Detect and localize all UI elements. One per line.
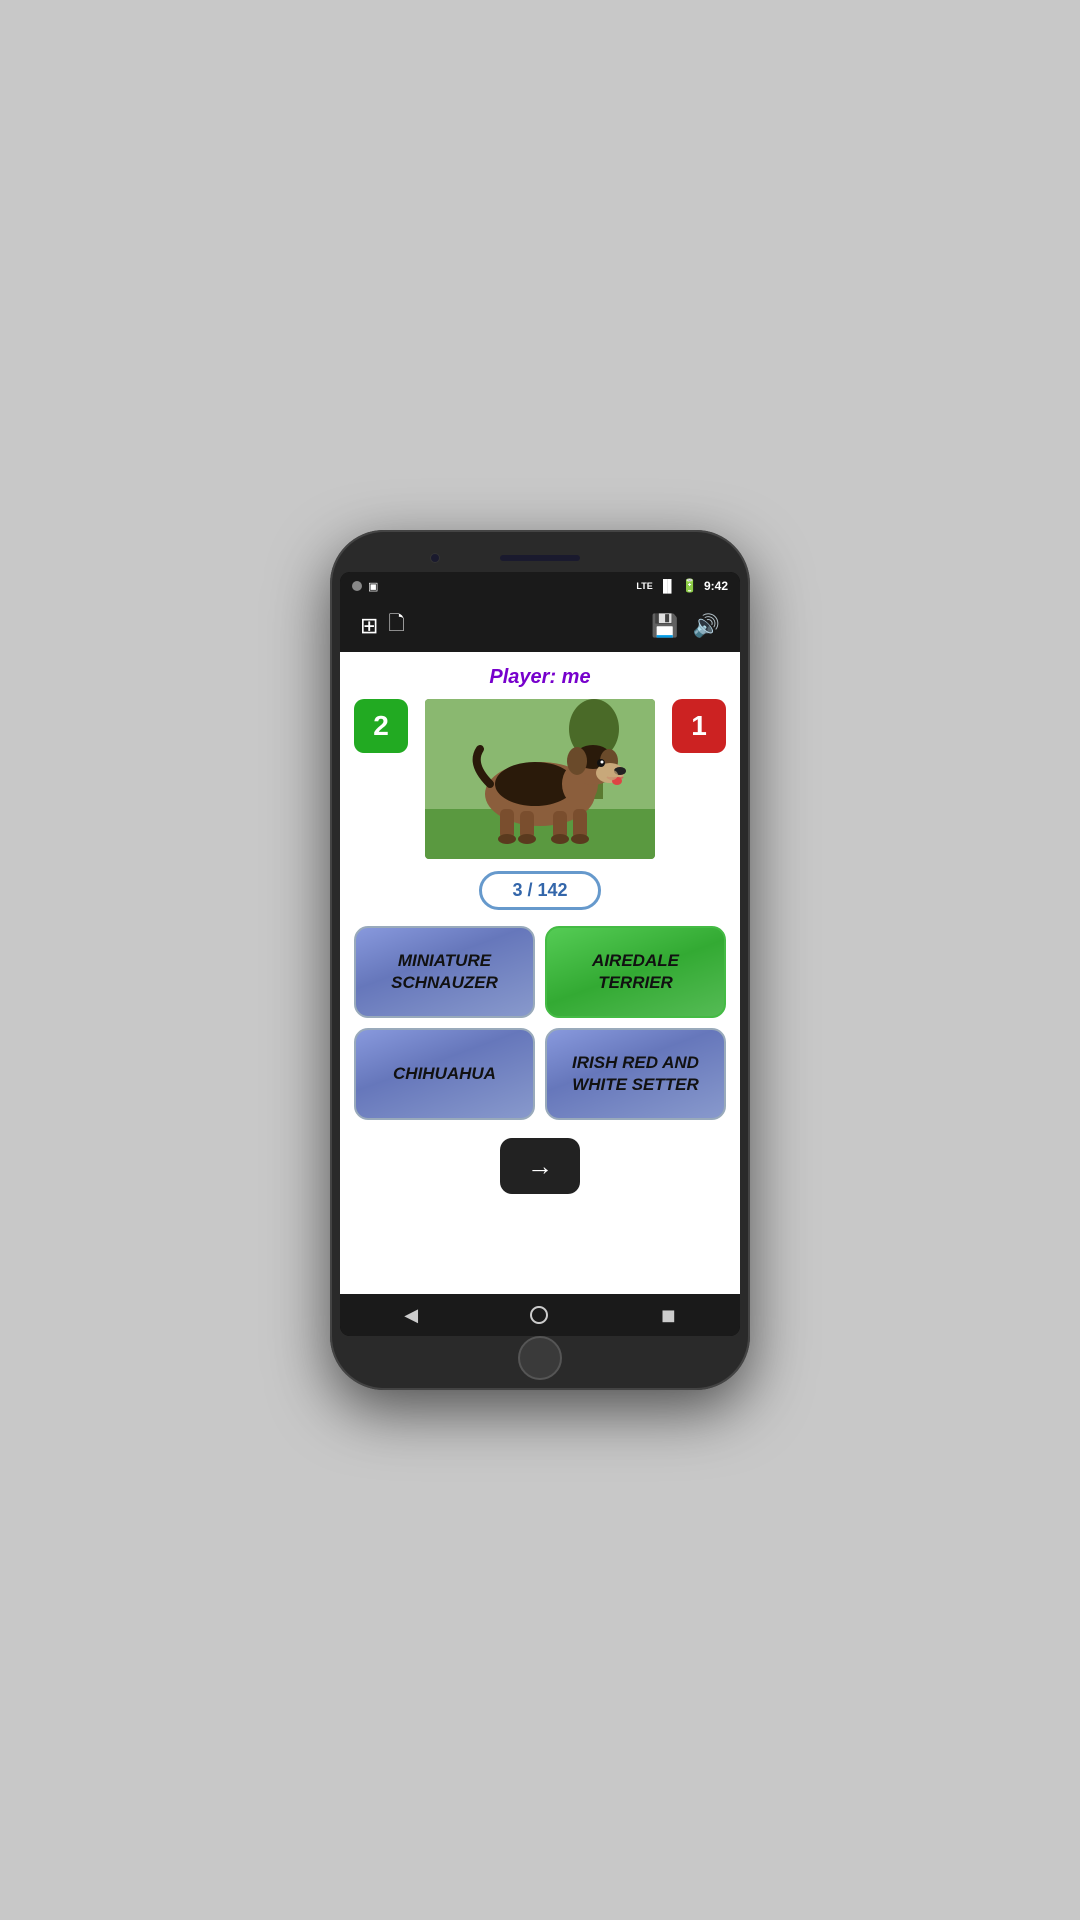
- phone-top: [340, 544, 740, 572]
- score-right-badge: 1: [672, 699, 726, 753]
- phone-screen: ▣ LTE ▐▌ 🔋 9:42 ⊞ 🗋 💾 🔊 Player: me: [340, 572, 740, 1336]
- square-button[interactable]: ◼: [645, 1299, 692, 1332]
- lte-badge: LTE: [636, 581, 652, 591]
- dog-image-row: 2: [354, 699, 726, 859]
- answer-miniature-schnauzer[interactable]: MINIATURESCHNAUZER: [354, 926, 535, 1018]
- phone-home-area: [518, 1336, 562, 1380]
- dog-image: [425, 699, 655, 859]
- home-button[interactable]: [530, 1306, 548, 1324]
- toolbar-right: 💾 🔊: [651, 613, 720, 639]
- answer-irish-red-white-setter[interactable]: IRISH RED ANDWHITE SETTER: [545, 1028, 726, 1120]
- bottom-nav: ◀ ◼: [340, 1294, 740, 1336]
- status-left: ▣: [352, 580, 378, 593]
- document-icon[interactable]: 🗋: [388, 609, 404, 643]
- toolbar-left: ⊞ 🗋: [360, 609, 405, 643]
- battery-icon: 🔋: [682, 578, 698, 594]
- status-right: LTE ▐▌ 🔋 9:42: [636, 578, 728, 594]
- app-toolbar: ⊞ 🗋 💾 🔊: [340, 600, 740, 652]
- notification-icon: ▣: [368, 580, 378, 593]
- status-bar: ▣ LTE ▐▌ 🔋 9:42: [340, 572, 740, 600]
- player-label: Player: me: [489, 666, 590, 689]
- back-button[interactable]: ◀: [388, 1299, 434, 1332]
- next-arrow-icon: →: [527, 1151, 553, 1182]
- physical-home-button[interactable]: [518, 1336, 562, 1380]
- answers-grid: MINIATURESCHNAUZER AIREDALETERRIER CHIHU…: [354, 926, 726, 1120]
- next-button[interactable]: →: [500, 1138, 580, 1194]
- front-camera: [430, 553, 440, 563]
- sound-icon[interactable]: 🔊: [693, 613, 720, 639]
- answer-airedale-terrier[interactable]: AIREDALETERRIER: [545, 926, 726, 1018]
- signal-bars: ▐▌: [659, 579, 676, 593]
- time-display: 9:42: [704, 579, 728, 593]
- save-icon[interactable]: 💾: [651, 613, 678, 639]
- layers-icon[interactable]: ⊞: [360, 613, 378, 639]
- signal-dot: [352, 581, 362, 591]
- phone-frame: ▣ LTE ▐▌ 🔋 9:42 ⊞ 🗋 💾 🔊 Player: me: [330, 530, 750, 1390]
- counter-badge: 3 / 142: [479, 871, 600, 910]
- answer-chihuahua[interactable]: CHIHUAHUA: [354, 1028, 535, 1120]
- score-left-badge: 2: [354, 699, 408, 753]
- app-content: Player: me 2: [340, 652, 740, 1294]
- speaker: [500, 555, 580, 561]
